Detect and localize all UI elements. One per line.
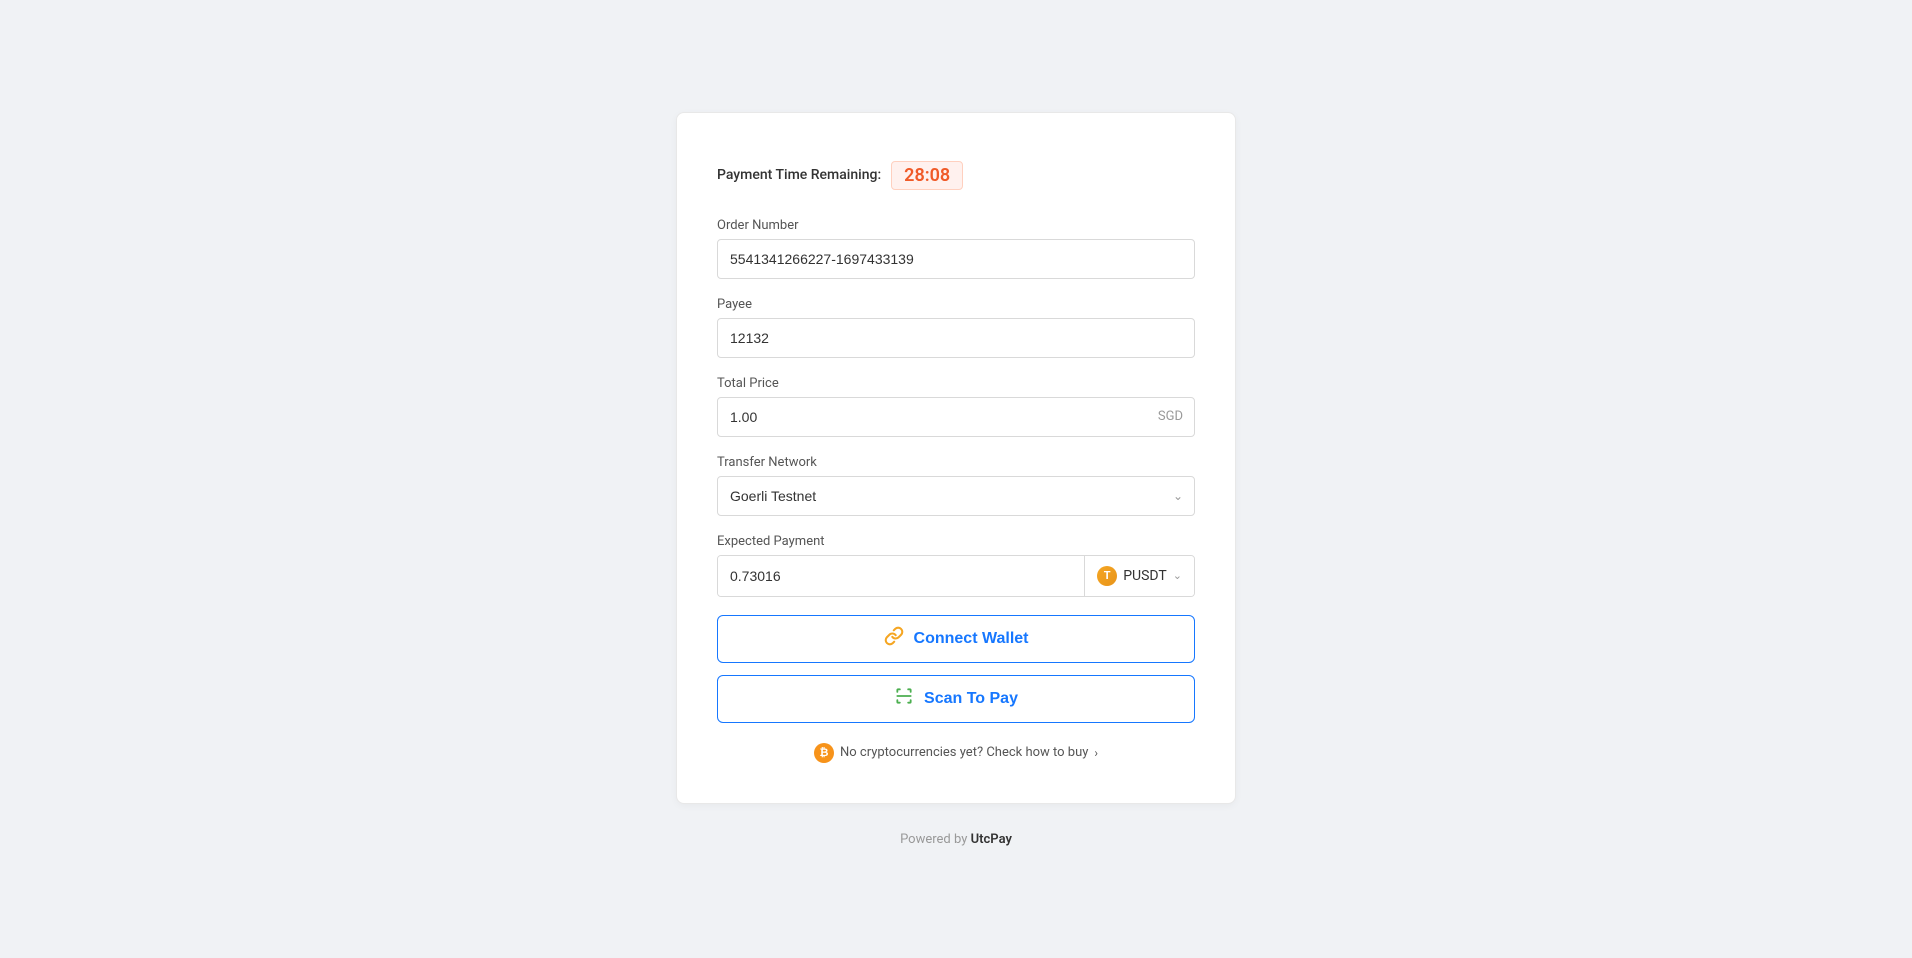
transfer-network-group: Transfer Network Goerli Testnet ⌄ bbox=[717, 455, 1195, 516]
currency-selector[interactable]: T PUSDT ⌄ bbox=[1084, 556, 1194, 596]
scan-to-pay-button[interactable]: Scan To Pay bbox=[717, 675, 1195, 723]
crypto-link-arrow-icon: › bbox=[1094, 746, 1098, 760]
currency-chevron-icon: ⌄ bbox=[1173, 569, 1182, 582]
order-number-group: Order Number bbox=[717, 218, 1195, 279]
total-price-input[interactable] bbox=[717, 397, 1195, 437]
crypto-link-text: No cryptocurrencies yet? Check how to bu… bbox=[840, 745, 1088, 760]
crypto-link[interactable]: ₿ No cryptocurrencies yet? Check how to … bbox=[717, 743, 1195, 763]
order-number-input[interactable] bbox=[717, 239, 1195, 279]
scan-icon bbox=[894, 686, 914, 711]
page-wrapper: Payment Time Remaining: 28:08 Order Numb… bbox=[0, 112, 1912, 847]
expected-amount-input[interactable] bbox=[718, 556, 1084, 596]
currency-label: PUSDT bbox=[1123, 568, 1167, 584]
transfer-network-label: Transfer Network bbox=[717, 455, 1195, 470]
footer-brand: UtcPay bbox=[971, 832, 1012, 847]
timer-row: Payment Time Remaining: 28:08 bbox=[717, 161, 1195, 190]
payment-card: Payment Time Remaining: 28:08 Order Numb… bbox=[676, 112, 1236, 804]
total-price-group: Total Price SGD bbox=[717, 376, 1195, 437]
payee-label: Payee bbox=[717, 297, 1195, 312]
timer-value: 28:08 bbox=[891, 161, 963, 190]
total-price-label: Total Price bbox=[717, 376, 1195, 391]
connect-wallet-button[interactable]: Connect Wallet bbox=[717, 615, 1195, 663]
pusdt-icon: T bbox=[1097, 566, 1117, 586]
transfer-network-select[interactable]: Goerli Testnet bbox=[717, 476, 1195, 516]
payee-group: Payee bbox=[717, 297, 1195, 358]
scan-to-pay-label: Scan To Pay bbox=[924, 690, 1018, 708]
transfer-network-select-wrapper: Goerli Testnet ⌄ bbox=[717, 476, 1195, 516]
expected-payment-label: Expected Payment bbox=[717, 534, 1195, 549]
expected-payment-row: T PUSDT ⌄ bbox=[717, 555, 1195, 597]
connect-wallet-label: Connect Wallet bbox=[914, 630, 1029, 648]
expected-payment-group: Expected Payment T PUSDT ⌄ bbox=[717, 534, 1195, 597]
order-number-label: Order Number bbox=[717, 218, 1195, 233]
bitcoin-icon: ₿ bbox=[814, 743, 834, 763]
footer: Powered by UtcPay bbox=[900, 832, 1012, 847]
total-price-input-wrapper: SGD bbox=[717, 397, 1195, 437]
timer-label: Payment Time Remaining: bbox=[717, 167, 881, 183]
link-icon bbox=[884, 626, 904, 651]
footer-prefix: Powered by bbox=[900, 832, 971, 847]
payee-input[interactable] bbox=[717, 318, 1195, 358]
